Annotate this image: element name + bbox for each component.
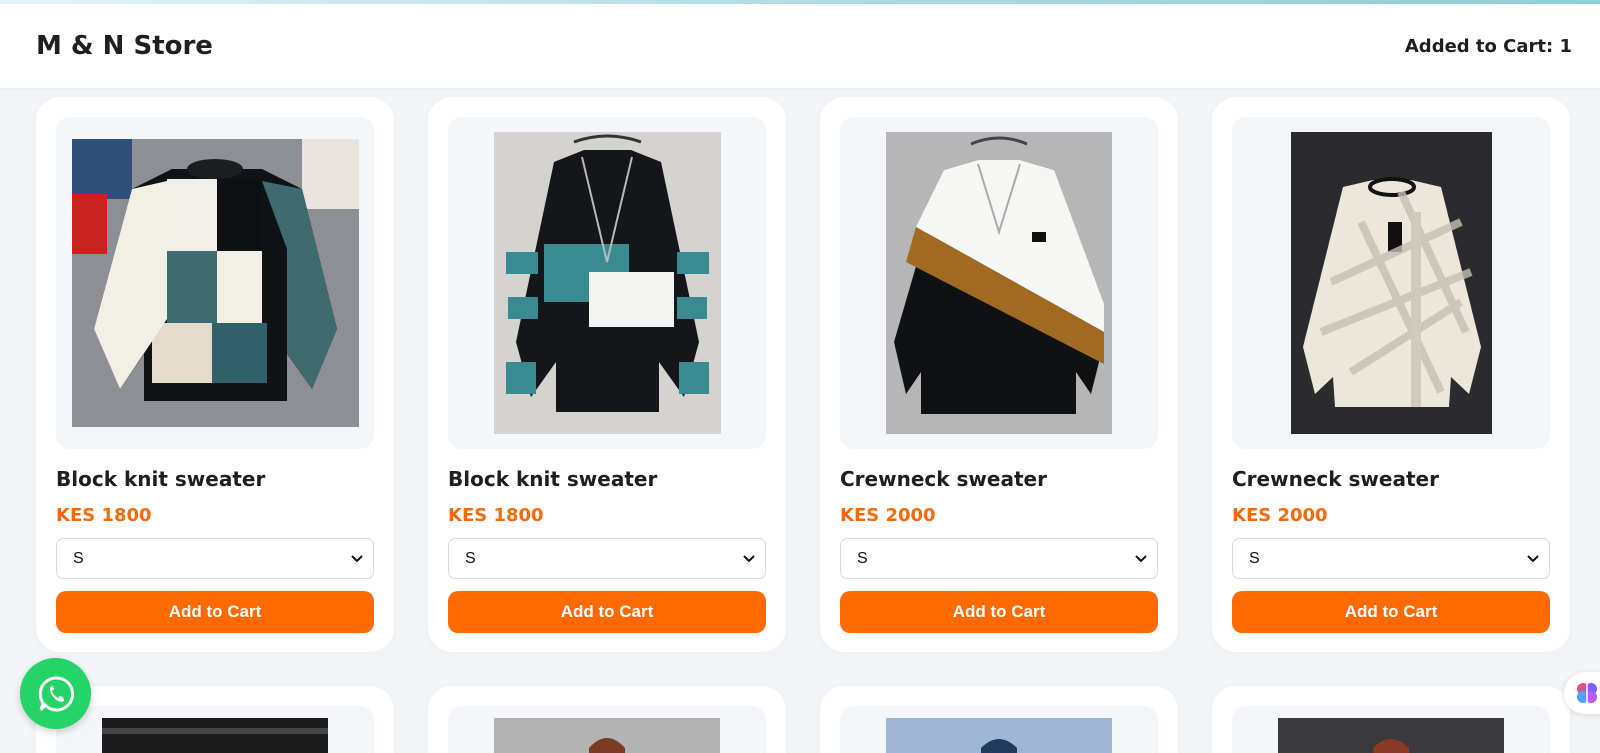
product-price: KES 1800	[56, 505, 152, 526]
product-price: KES 2000	[1232, 505, 1328, 526]
site-header: M & N Store Added to Cart: 1	[0, 4, 1600, 88]
size-select-value: S	[465, 549, 476, 567]
sweater-image	[886, 718, 1112, 753]
sweater-image	[71, 139, 359, 427]
add-to-cart-button[interactable]: Add to Cart	[448, 591, 766, 633]
product-title[interactable]: Crewneck sweater	[840, 464, 1158, 494]
sweater-image	[1278, 718, 1504, 753]
add-to-cart-button[interactable]: Add to Cart	[1232, 591, 1550, 633]
size-select[interactable]: S	[56, 538, 374, 579]
whatsapp-icon	[38, 675, 74, 711]
product-image[interactable]	[448, 706, 766, 753]
product-title[interactable]: Crewneck sweater	[1232, 464, 1550, 494]
product-image[interactable]	[1232, 117, 1550, 449]
size-select-value: S	[73, 549, 84, 567]
product-card: Crewneck sweater KES 2000 S Add to Cart	[820, 97, 1178, 652]
sweater-image	[1290, 132, 1492, 434]
chevron-down-icon	[1527, 554, 1539, 562]
sweater-image	[102, 718, 328, 753]
product-card: Crewneck sweater KES 2000 S Add to Cart	[1212, 97, 1570, 652]
product-price: KES 1800	[448, 505, 544, 526]
product-card	[1212, 686, 1570, 753]
size-select-value: S	[1249, 549, 1260, 567]
sweater-image	[493, 132, 721, 434]
product-image[interactable]	[840, 117, 1158, 449]
size-select[interactable]: S	[1232, 538, 1550, 579]
chevron-down-icon	[351, 554, 363, 562]
chevron-down-icon	[743, 554, 755, 562]
product-price: KES 2000	[840, 505, 936, 526]
product-image[interactable]	[1232, 706, 1550, 753]
product-image[interactable]	[56, 117, 374, 449]
product-image[interactable]	[840, 706, 1158, 753]
store-name[interactable]: M & N Store	[36, 31, 213, 61]
cart-count[interactable]: Added to Cart: 1	[1405, 36, 1572, 57]
sweater-image	[494, 718, 720, 753]
size-select-value: S	[857, 549, 868, 567]
whatsapp-button[interactable]	[20, 658, 91, 729]
brain-icon	[1577, 683, 1597, 703]
add-to-cart-button[interactable]: Add to Cart	[840, 591, 1158, 633]
product-image[interactable]	[448, 117, 766, 449]
product-card: Block knit sweater KES 1800 S Add to Car…	[428, 97, 786, 652]
add-to-cart-button[interactable]: Add to Cart	[56, 591, 374, 633]
product-card	[428, 686, 786, 753]
product-grid: Block knit sweater KES 1800 S Add to Car…	[36, 97, 1570, 753]
size-select[interactable]: S	[840, 538, 1158, 579]
sweater-image	[886, 132, 1112, 434]
product-title[interactable]: Block knit sweater	[56, 464, 374, 494]
chevron-down-icon	[1135, 554, 1147, 562]
product-image[interactable]	[56, 706, 374, 753]
size-select[interactable]: S	[448, 538, 766, 579]
product-card: Block knit sweater KES 1800 S Add to Car…	[36, 97, 394, 652]
product-title[interactable]: Block knit sweater	[448, 464, 766, 494]
product-card	[820, 686, 1178, 753]
assistant-button[interactable]	[1564, 672, 1600, 714]
